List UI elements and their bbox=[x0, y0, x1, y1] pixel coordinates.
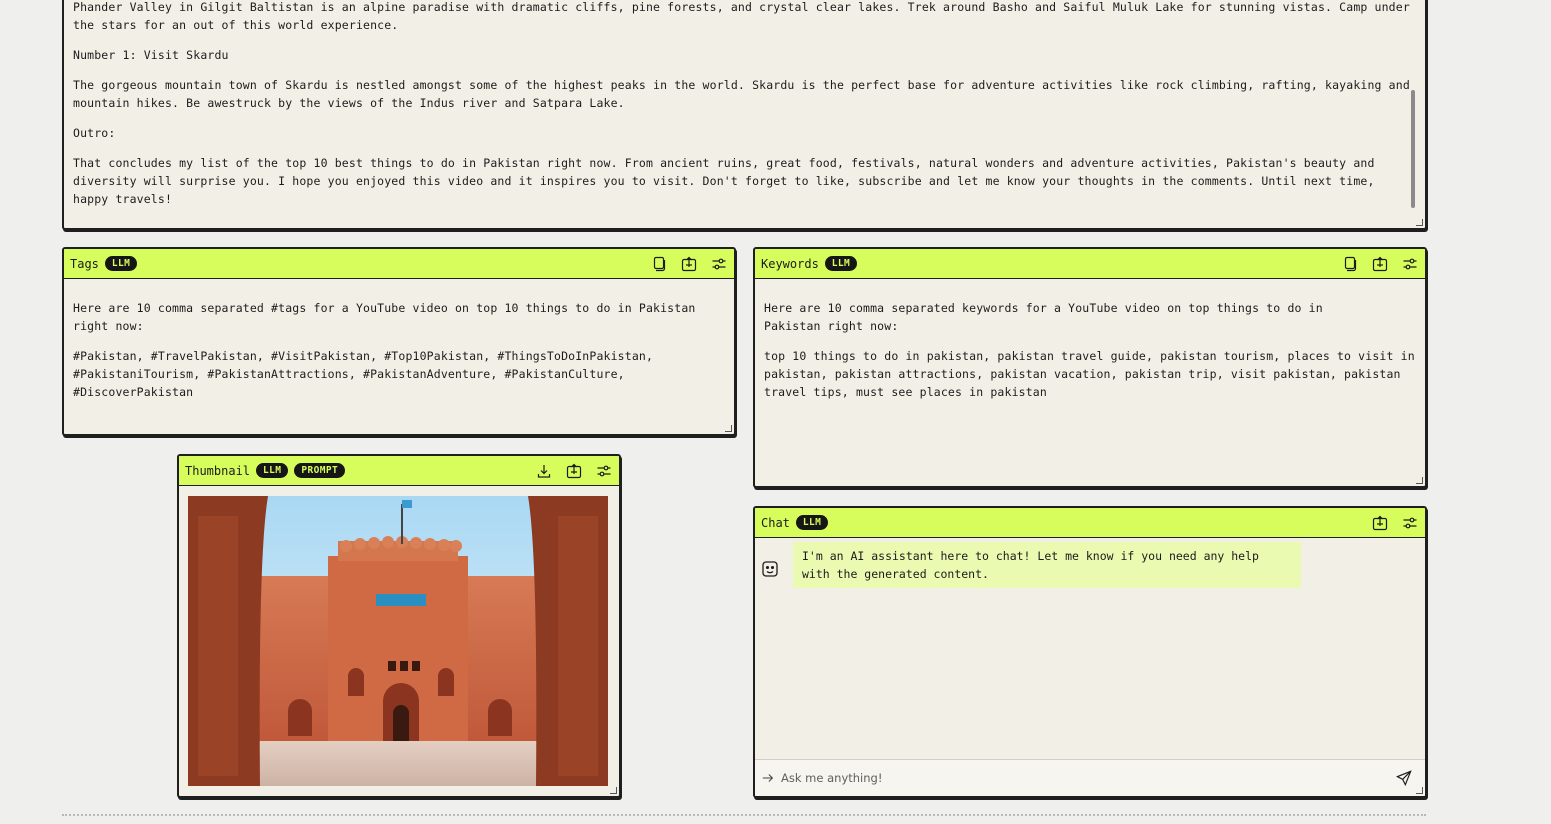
resize-handle[interactable] bbox=[725, 425, 732, 432]
script-paragraph: Outro: bbox=[73, 126, 116, 140]
tags-content: Here are 10 comma separated #tags for a … bbox=[64, 279, 734, 401]
chat-input-bar bbox=[755, 759, 1425, 796]
export-icon[interactable] bbox=[680, 255, 698, 273]
script-scrollbar[interactable] bbox=[1411, 90, 1415, 208]
thumbnail-panel: Thumbnail LLM PROMPT bbox=[177, 454, 621, 798]
script-content: Phander Valley in Gilgit Baltistan is an… bbox=[64, 0, 1425, 208]
panel-title: Thumbnail bbox=[185, 463, 251, 478]
download-icon[interactable] bbox=[535, 462, 553, 480]
llm-badge: LLM bbox=[795, 515, 829, 530]
thumbnail-header: Thumbnail LLM PROMPT bbox=[179, 456, 619, 486]
settings-icon[interactable] bbox=[1401, 255, 1419, 273]
llm-badge: LLM bbox=[824, 256, 858, 271]
keywords-content: Here are 10 comma separated keywords for… bbox=[755, 279, 1425, 401]
keywords-header: Keywords LLM bbox=[755, 249, 1425, 279]
export-icon[interactable] bbox=[565, 462, 583, 480]
arrow-right-icon bbox=[761, 769, 775, 787]
keywords-list: top 10 things to do in pakistan, pakista… bbox=[764, 349, 1415, 399]
settings-icon[interactable] bbox=[1401, 514, 1419, 532]
prompt-badge: PROMPT bbox=[294, 463, 346, 478]
chat-body: I'm an AI assistant here to chat! Let me… bbox=[755, 538, 1425, 760]
keywords-intro: Here are 10 comma separated keywords for… bbox=[764, 301, 1323, 333]
chat-panel: Chat LLM I'm an AI assistant here to cha… bbox=[753, 506, 1427, 798]
settings-icon[interactable] bbox=[710, 255, 728, 273]
tags-intro: Here are 10 comma separated #tags for a … bbox=[73, 301, 696, 333]
panel-title: Tags bbox=[70, 256, 99, 271]
tags-panel: Tags LLM Here are 10 comma separated #ta… bbox=[62, 247, 736, 436]
script-paragraph: The gorgeous mountain town of Skardu is … bbox=[73, 78, 1410, 110]
resize-handle[interactable] bbox=[1416, 219, 1423, 226]
script-paragraph: Phander Valley in Gilgit Baltistan is an… bbox=[73, 0, 1410, 32]
bot-avatar-icon bbox=[761, 560, 779, 578]
tags-header: Tags LLM bbox=[64, 249, 734, 279]
copy-icon[interactable] bbox=[650, 255, 668, 273]
chat-input[interactable] bbox=[779, 770, 1395, 786]
assistant-message-bubble: I'm an AI assistant here to chat! Let me… bbox=[793, 542, 1301, 588]
llm-badge: LLM bbox=[256, 463, 289, 478]
export-icon[interactable] bbox=[1371, 514, 1389, 532]
settings-icon[interactable] bbox=[595, 462, 613, 480]
send-icon[interactable] bbox=[1395, 769, 1413, 787]
chat-message: I'm an AI assistant here to chat! Let me… bbox=[755, 538, 1425, 592]
export-icon[interactable] bbox=[1371, 255, 1389, 273]
chat-header: Chat LLM bbox=[755, 508, 1425, 538]
resize-handle[interactable] bbox=[1416, 787, 1423, 794]
resize-handle[interactable] bbox=[1416, 477, 1423, 484]
panel-title: Chat bbox=[761, 515, 790, 530]
keywords-panel: Keywords LLM Here are 10 comma separated… bbox=[753, 247, 1427, 488]
resize-handle[interactable] bbox=[610, 787, 617, 794]
panel-title: Keywords bbox=[761, 256, 819, 271]
llm-badge: LLM bbox=[104, 256, 138, 271]
thumbnail-image bbox=[188, 496, 608, 786]
copy-icon[interactable] bbox=[1341, 255, 1359, 273]
tags-list: #Pakistan, #TravelPakistan, #VisitPakist… bbox=[73, 349, 654, 399]
script-panel: Phander Valley in Gilgit Baltistan is an… bbox=[62, 0, 1427, 230]
script-paragraph: That concludes my list of the top 10 bes… bbox=[73, 156, 1375, 206]
script-paragraph: Number 1: Visit Skardu bbox=[73, 48, 229, 62]
canvas-divider bbox=[62, 814, 1426, 816]
